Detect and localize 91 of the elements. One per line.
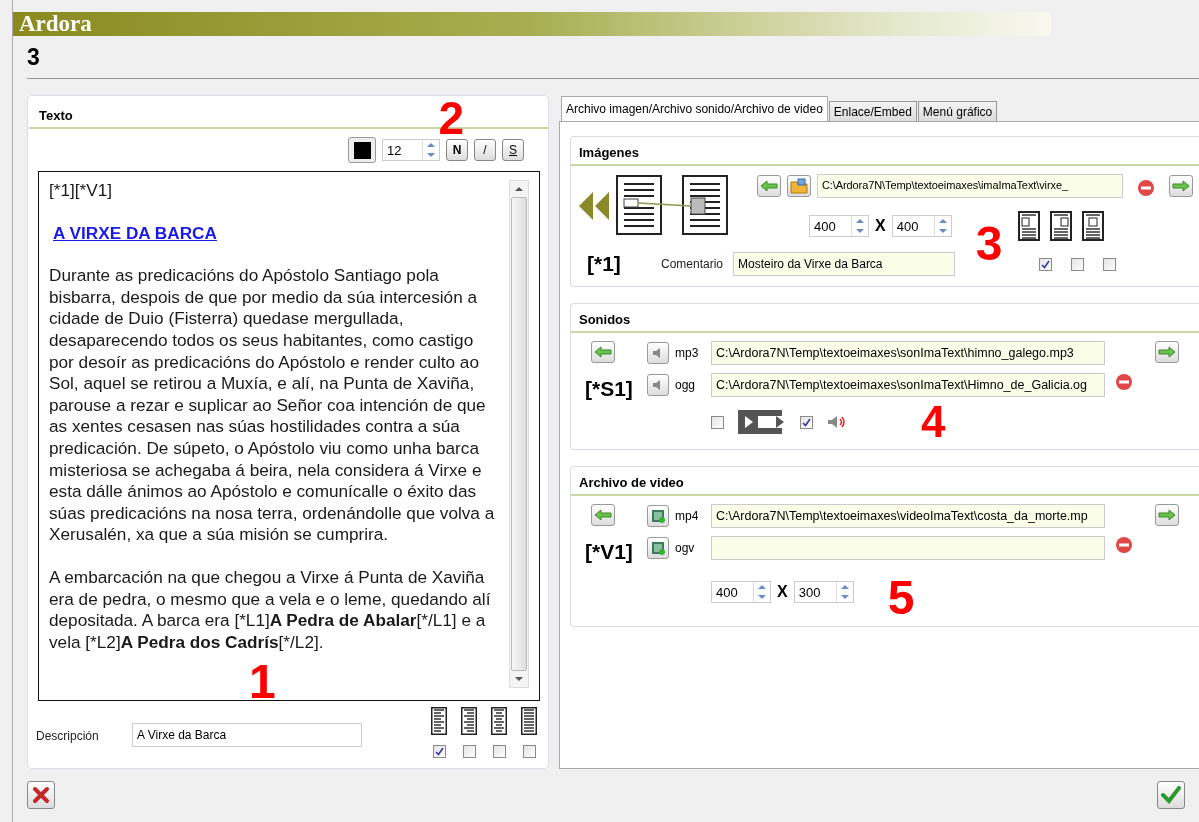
callout-number: 5 [887, 574, 915, 622]
paragraph: Durante as predicacións do Apóstolo Santiago pola bisbarra, despois de que por medio da súa intercesión a cidade de Duio (Fisterra) quedase mergullada, desaparecendo todos os seus habitantes, como castigo por desoír as predicacións do Apóstolo e render culto ao Sol, aquel se retirou a Muxía, e alí, na Punta de Xaviña, parouse a rezar e suplicar ao Señor coa intención de que as xentes cesasen nas súas hostilidades contra a súa predicación. De súpeto, o Apóstolo viu como unha barca misteriosa se achegaba á beira, nela considera á Virxe e esta dálle ánimos ao Apóstolo e comunícalle o éxito das súas predicacións na nosa terra, ordenándolle que volva a Xerusalén, xa que a súa misión se cumprira. [49, 265, 495, 546]
width-field[interactable]: 400 [809, 215, 869, 237]
player-bar-icon [738, 410, 786, 434]
height-field[interactable]: 300 [793, 581, 854, 603]
callout-number: 2 [438, 95, 464, 141]
align-center-icon[interactable] [488, 707, 510, 735]
sound-path-field[interactable]: C:\Ardora7N\Temp\textoeimaxes\sonImaText\himno_galego.mp3 [711, 341, 1105, 365]
image-left-layout-icon[interactable] [1018, 211, 1041, 241]
folder-icon [790, 178, 808, 194]
format-label: ogv [675, 541, 696, 555]
image-path-field[interactable]: C:\Ardora7N\Temp\textoeimaxes\imaImaText\virxe_ [817, 174, 1123, 198]
times-sign: X [777, 583, 788, 601]
left-arrow-icon [760, 180, 778, 192]
comment-field[interactable]: Mosteiro da Virxe da Barca [733, 252, 956, 276]
text-editor[interactable] [38, 171, 540, 701]
film-icon [651, 541, 665, 555]
paragraph: A embarcación na que chegou a Virxe á Punta de Xaviña era de pedra, o mesmo que a vela e o leme, quedando alí depositada. A barca era [*L1]A Pedra de Abalar[*/L1] e a vela [*L2]A Pedra dos Cadrís[*/L2]. [49, 566, 492, 654]
remove-icon[interactable] [1137, 179, 1155, 197]
italic-button[interactable]: / [474, 139, 496, 161]
title-link[interactable]: A VIRXE DA BARCA [53, 222, 217, 243]
callout-number: 1 [249, 660, 277, 700]
section-title: Archivo de video [571, 475, 1199, 496]
checkbox[interactable] [711, 415, 724, 429]
speaker-button[interactable] [647, 342, 669, 364]
underline-button[interactable]: S [502, 139, 524, 161]
film-button[interactable] [647, 505, 669, 527]
sound-tag: [*S1] [577, 377, 647, 401]
checkbox[interactable] [1071, 257, 1085, 271]
color-button[interactable] [348, 137, 376, 163]
image-right-layout-icon[interactable] [1050, 211, 1073, 241]
tab[interactable]: Enlace/Embed [828, 101, 917, 121]
forward-button[interactable] [1155, 504, 1179, 526]
right-arrow-icon [1158, 346, 1176, 358]
scrollbar[interactable] [509, 180, 529, 688]
callout-number: 3 [975, 220, 1003, 268]
speaker-icon [827, 415, 847, 429]
forward-button[interactable] [1155, 341, 1179, 363]
bold-button[interactable]: N [446, 139, 468, 161]
checkbox[interactable] [1039, 257, 1053, 271]
video-tag: [*V1] [577, 540, 647, 564]
checkbox[interactable] [432, 745, 446, 758]
section-title: Sonidos [571, 312, 1199, 333]
callout-number: 4 [921, 400, 946, 444]
back-button[interactable] [591, 504, 615, 526]
step-number: 3 [26, 43, 41, 72]
remove-icon[interactable] [1115, 536, 1133, 554]
video-path-field[interactable]: C:\Ardora7N\Temp\textoeimaxes\videoImaText\costa_da_morte.mp [711, 504, 1105, 528]
image-top-layout-icon[interactable] [1082, 211, 1105, 241]
checkbox[interactable] [800, 415, 813, 429]
description-field[interactable]: A Virxe da Barca [132, 723, 362, 747]
back-button[interactable] [757, 175, 781, 197]
sound-path-field[interactable]: C:\Ardora7N\Temp\textoeimaxes\sonImaText\Himno_de_Galicia.og [711, 373, 1105, 397]
checkbox[interactable] [462, 745, 476, 758]
tab[interactable]: Menú gráfico [917, 101, 998, 121]
align-left-icon[interactable] [428, 707, 450, 735]
tab[interactable]: Archivo imagen/Archivo sonido/Archivo de video [561, 96, 828, 121]
align-right-icon[interactable] [458, 707, 480, 735]
checkbox[interactable] [1103, 257, 1117, 271]
format-label: mp4 [675, 509, 700, 523]
checkbox[interactable] [492, 745, 506, 758]
width-field[interactable]: 400 [711, 581, 771, 603]
times-sign: X [875, 217, 886, 235]
align-justify-icon[interactable] [518, 707, 540, 735]
open-folder-button[interactable] [787, 175, 811, 197]
checkmark-icon [1161, 786, 1181, 804]
image-tag: [*1] [577, 252, 651, 276]
checkbox[interactable] [522, 745, 536, 758]
comment-label: Comentario [661, 257, 724, 271]
height-field[interactable]: 400 [891, 215, 952, 237]
film-button[interactable] [647, 537, 669, 559]
section-title: Imágenes [571, 145, 1199, 166]
paragraph: [*1][*V1] [49, 180, 114, 202]
font-size-field[interactable]: 12 [382, 139, 440, 161]
format-label: ogg [675, 378, 697, 392]
description-label: Descripción [36, 729, 100, 743]
format-label: mp3 [675, 346, 700, 360]
left-arrow-icon [594, 346, 612, 358]
film-icon [651, 509, 665, 523]
right-arrow-icon [1172, 180, 1190, 192]
speaker-button[interactable] [647, 374, 669, 396]
close-icon [32, 786, 50, 804]
back-button[interactable] [591, 341, 615, 363]
ok-button[interactable] [1157, 781, 1185, 809]
window-title: Ardora [18, 11, 92, 37]
remove-icon[interactable] [1115, 373, 1133, 391]
left-arrow-icon [594, 509, 612, 521]
cancel-button[interactable] [27, 781, 55, 809]
video-path-field[interactable] [711, 536, 1105, 560]
right-arrow-icon [1158, 509, 1176, 521]
forward-button[interactable] [1169, 175, 1193, 197]
